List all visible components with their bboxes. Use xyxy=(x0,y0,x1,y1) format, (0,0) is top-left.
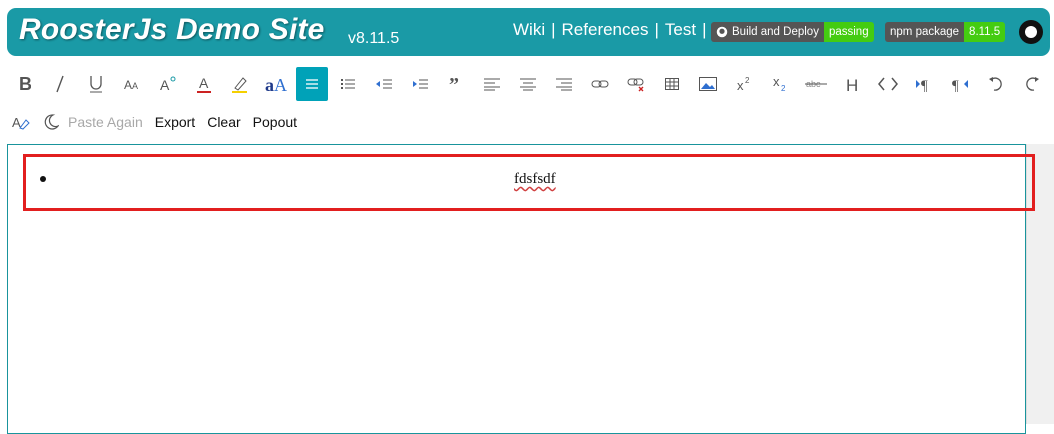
svg-text:a: a xyxy=(265,75,274,94)
npm-package-badge[interactable]: npm package 8.11.5 xyxy=(885,22,1006,42)
clear-button[interactable]: Clear xyxy=(207,114,240,130)
italic-icon[interactable] xyxy=(44,67,76,101)
nav-separator: | xyxy=(702,20,707,39)
underline-icon[interactable] xyxy=(80,67,112,101)
align-center-icon[interactable] xyxy=(512,67,544,101)
format-toolbar: B AA A A aA ” x2 x2 abc H ¶ ¶ xyxy=(8,66,1052,102)
unlink-icon[interactable] xyxy=(620,67,652,101)
font-family-icon[interactable]: aA xyxy=(260,67,292,101)
build-badge-label-wrap: Build and Deploy xyxy=(711,22,824,42)
align-left-icon[interactable] xyxy=(476,67,508,101)
svg-text:A: A xyxy=(199,75,209,91)
svg-text:2: 2 xyxy=(781,84,786,93)
ltr-icon[interactable]: ¶ xyxy=(908,67,940,101)
nav-link-test[interactable]: Test xyxy=(665,20,696,40)
nav-link-references[interactable]: References xyxy=(562,20,649,40)
font-size-icon[interactable]: AA xyxy=(116,67,148,101)
svg-text:A: A xyxy=(132,81,138,91)
undo-icon[interactable] xyxy=(980,67,1012,101)
svg-text:¶: ¶ xyxy=(921,78,928,92)
numbered-list-icon[interactable] xyxy=(332,67,364,101)
nav-separator: | xyxy=(551,20,556,39)
align-right-icon[interactable] xyxy=(548,67,580,101)
strikethrough-icon[interactable]: abc xyxy=(800,67,832,101)
svg-text:2: 2 xyxy=(745,76,750,85)
redo-icon[interactable] xyxy=(1016,67,1048,101)
popout-button[interactable]: Popout xyxy=(253,114,297,130)
code-icon[interactable] xyxy=(872,67,904,101)
site-title: RoosterJs Demo Site xyxy=(19,13,325,46)
svg-text:A: A xyxy=(274,75,287,94)
secondary-toolbar: A Paste Again Export Clear Popout xyxy=(8,108,309,136)
highlight-icon[interactable] xyxy=(224,67,256,101)
table-icon[interactable] xyxy=(656,67,688,101)
site-header: RoosterJs Demo Site v8.11.5 Wiki | Refer… xyxy=(7,8,1050,56)
paste-again-button[interactable]: Paste Again xyxy=(68,114,143,130)
svg-text:x: x xyxy=(737,78,744,92)
svg-text:¶: ¶ xyxy=(952,78,959,92)
list-item[interactable]: fdsfsdf xyxy=(514,171,556,188)
svg-text:H: H xyxy=(846,76,858,92)
subscript-icon[interactable]: x2 xyxy=(764,67,796,101)
build-badge-label: Build and Deploy xyxy=(732,26,819,38)
link-icon[interactable] xyxy=(584,67,616,101)
svg-text:B: B xyxy=(19,76,31,92)
increase-font-icon[interactable]: A xyxy=(152,67,184,101)
clear-format-icon[interactable]: A xyxy=(8,109,34,135)
outdent-icon[interactable] xyxy=(368,67,400,101)
nav-link-wiki[interactable]: Wiki xyxy=(513,20,545,40)
font-color-icon[interactable]: A xyxy=(188,67,220,101)
indent-icon[interactable] xyxy=(404,67,436,101)
export-button[interactable]: Export xyxy=(155,114,195,130)
header-icon[interactable]: H xyxy=(836,67,868,101)
superscript-icon[interactable]: x2 xyxy=(728,67,760,101)
build-status-badge[interactable]: Build and Deploy passing xyxy=(711,22,874,42)
svg-text:A: A xyxy=(160,77,170,93)
image-icon[interactable] xyxy=(692,67,724,101)
list-bullet xyxy=(40,176,46,182)
bullet-list-icon[interactable] xyxy=(296,67,328,101)
version-label: v8.11.5 xyxy=(348,30,400,47)
quote-icon[interactable]: ” xyxy=(440,67,472,101)
nav-separator: | xyxy=(654,20,659,39)
dark-mode-icon[interactable] xyxy=(38,109,64,135)
svg-text:”: ” xyxy=(449,77,459,91)
build-badge-status: passing xyxy=(823,22,874,42)
svg-text:A: A xyxy=(124,78,132,92)
top-nav: Wiki | References | Test | xyxy=(513,20,713,40)
svg-text:x: x xyxy=(773,75,780,89)
npm-badge-label: npm package xyxy=(885,22,965,42)
npm-badge-version: 8.11.5 xyxy=(964,22,1006,42)
rtl-icon[interactable]: ¶ xyxy=(944,67,976,101)
github-icon xyxy=(716,26,728,38)
github-icon[interactable] xyxy=(1019,20,1043,44)
bold-icon[interactable]: B xyxy=(8,67,40,101)
